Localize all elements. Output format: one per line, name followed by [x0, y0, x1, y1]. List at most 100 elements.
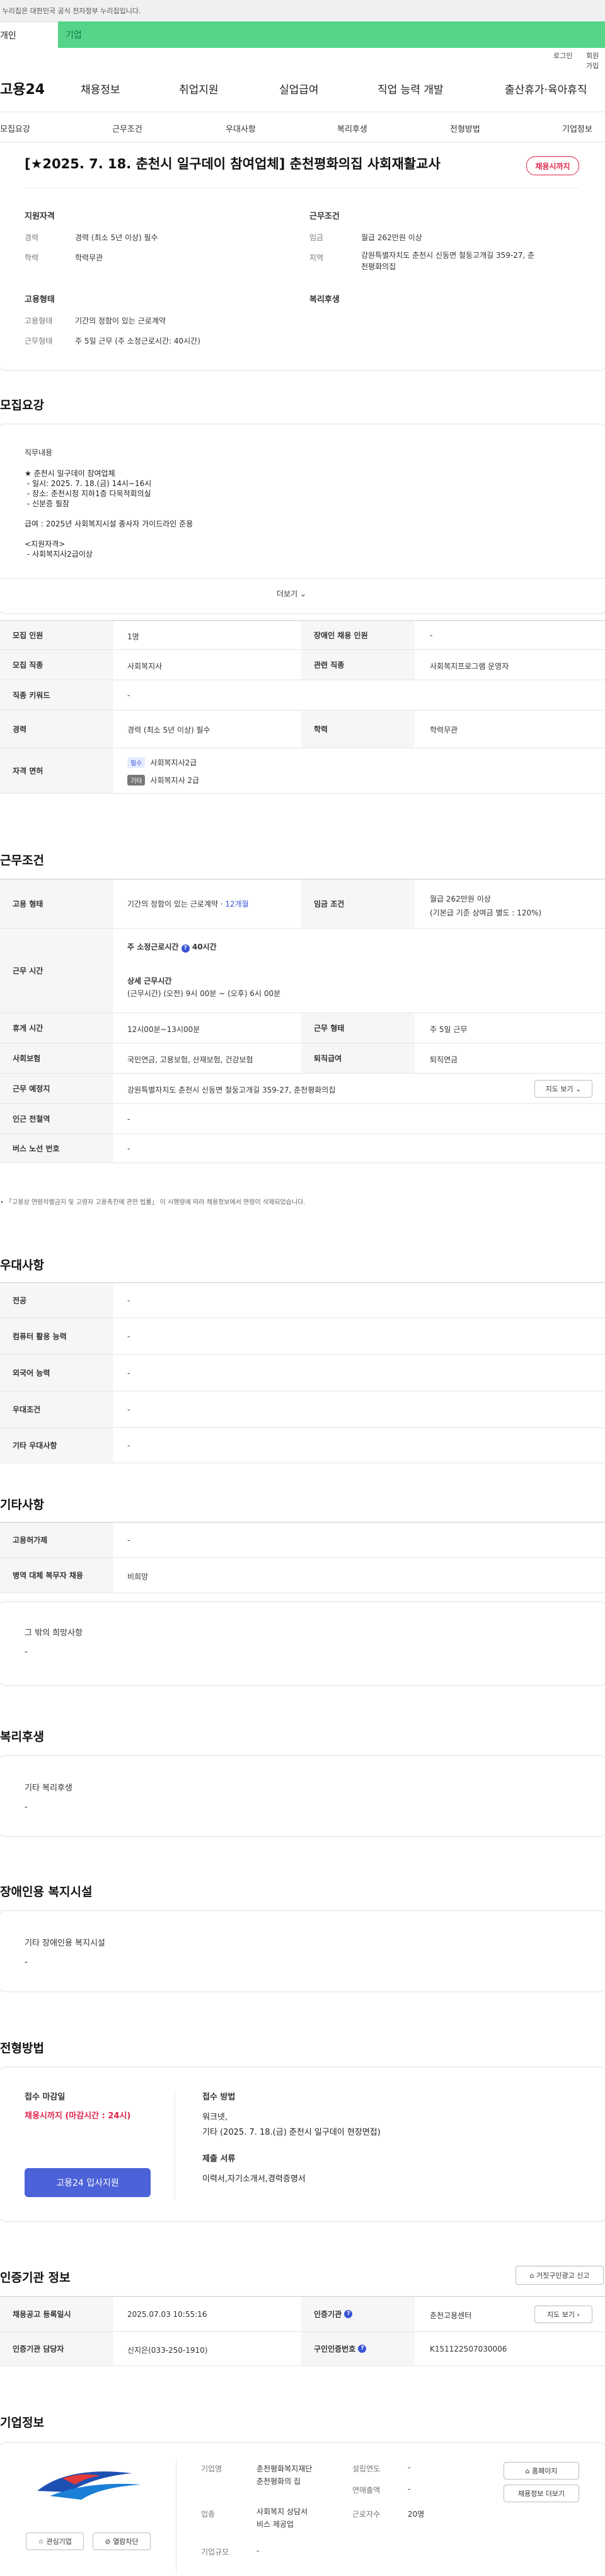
- facility-heading: 장애인용 복지시설: [0, 1885, 93, 1899]
- age-law-note: • 「고용상 연령차별금지 및 고령자 고용촉진에 관한 법률」 이 시행령에 …: [0, 1197, 305, 1206]
- global-nav: 고용24 채용정보 취업지원 실업급여 직업 능력 개발 출산휴가·육아휴직: [0, 62, 605, 112]
- fav-label: 관심기업: [46, 2538, 72, 2546]
- login-link[interactable]: 로그인: [553, 50, 572, 61]
- apply-button[interactable]: 고용24 입사지원: [25, 2168, 151, 2197]
- more-button[interactable]: 더보기 ⌄: [277, 588, 306, 599]
- industry-value-1: 사회복지 상담서: [256, 2507, 308, 2516]
- pref-label: 기타 우대사항: [0, 1428, 113, 1463]
- gnb-item-training[interactable]: 직업 능력 개발: [377, 81, 444, 96]
- chevron-down-icon: ⌄: [575, 1084, 582, 1093]
- scale-label: 기업규모: [201, 2548, 229, 2556]
- fav-company-button[interactable]: ☆ 관심기업: [26, 2532, 84, 2550]
- table-row: 고용허가제 -: [0, 1523, 605, 1558]
- anchor-preference[interactable]: 우대사항: [226, 122, 256, 134]
- homepage-button[interactable]: ⌂ 홈페이지: [504, 2462, 579, 2480]
- industry-value-2: 비스 제공업: [256, 2520, 294, 2529]
- gnb-item-support[interactable]: 취업지원: [179, 81, 219, 96]
- emp-type-text: 기간의 정함이 있는 근로계약 ·: [127, 900, 226, 908]
- job-desc-line: - 사회복지사2급이상: [25, 550, 93, 559]
- anchor-welfare[interactable]: 복리후생: [337, 122, 367, 134]
- scale-value: -: [256, 2546, 260, 2555]
- wage-label: 임금 조건: [301, 879, 415, 928]
- home-icon: ⌂: [529, 2271, 536, 2280]
- job-value: 사회복지사: [127, 662, 163, 671]
- edu-label: 학력: [301, 711, 415, 748]
- gnb-item-leave[interactable]: 출산휴가·육아휴직: [505, 81, 587, 96]
- etc-heading: 기타사항: [0, 1498, 44, 1512]
- founded-value: -: [408, 2463, 411, 2472]
- bus-value: -: [127, 1144, 130, 1153]
- preference-table: 전공 - 컴퓨터 활용 능력 - 외국어 능력 - 우대조건 - 기타 우대사항 -: [0, 1282, 605, 1463]
- gnb-item-jobs[interactable]: 채용정보: [81, 81, 120, 96]
- table-row: 휴게 시간 12시00분~13시00분 근무 형태 주 5일 근무: [0, 1013, 605, 1043]
- pref-value: -: [127, 1369, 130, 1378]
- related-value: 사회복지프로그램 운영자: [430, 662, 509, 671]
- cert-no-value: K151122507030006: [430, 2345, 507, 2353]
- station-label: 인근 전철역: [0, 1104, 113, 1134]
- hours-week-value: 40시간: [192, 943, 217, 951]
- site-logo[interactable]: 고용24: [0, 78, 45, 98]
- cert-table: 채용공고 등록일시 2025.07.03 10:55:16 인증기관 ? 춘천고…: [0, 2296, 605, 2366]
- chevron-right-icon: ›: [577, 2310, 580, 2319]
- agency-map-label: 지도 보기: [547, 2311, 575, 2319]
- company-card: ☆ 관심기업 ⊘ 열람차단 기업명 춘천평화복지재단 춘천평화의 집 설립연도 …: [0, 2442, 605, 2576]
- docs-title: 제출 서류: [202, 2154, 236, 2164]
- welfare-heading: 복리후생: [309, 295, 340, 305]
- method-title: 접수 방법: [202, 2092, 236, 2102]
- gnb-item-benefit[interactable]: 실업급여: [279, 81, 319, 96]
- career-value: 경력 (최소 5년 이상) 필수: [75, 233, 158, 242]
- insurance-label: 사회보험: [0, 1043, 113, 1073]
- info-icon[interactable]: ?: [181, 944, 190, 953]
- report-button[interactable]: ⌂ 거짓구인광고 신고: [516, 2266, 604, 2285]
- hours-detail-title: 상세 근무시간: [127, 977, 172, 985]
- map-button[interactable]: 지도 보기 ⌄: [534, 1080, 592, 1098]
- tab-personal[interactable]: 개인: [0, 21, 58, 48]
- type-label: 근무 형태: [301, 1013, 415, 1043]
- place-label: 근무 예정지: [0, 1074, 113, 1103]
- job-desc-title: 직무내용: [25, 448, 53, 457]
- anchor-company[interactable]: 기업정보: [562, 122, 592, 134]
- more-label: 더보기: [277, 589, 298, 598]
- etc-tag: 기타: [127, 775, 146, 786]
- job-desc-line: 급여 : 2025년 사회복지시설 종사자 가이드라인 준용: [25, 519, 193, 528]
- info-icon[interactable]: ?: [358, 2345, 367, 2353]
- table-row: 인근 전철역 -: [0, 1104, 605, 1134]
- license-item: 필수 사회복지사2급: [127, 757, 197, 768]
- qual-heading: 지원자격: [25, 212, 55, 221]
- job-desc-line: ★ 춘천시 일구데이 참여업체: [25, 469, 115, 478]
- info-icon[interactable]: ?: [344, 2310, 353, 2318]
- emp-value: 기간의 정함이 있는 근로계약: [75, 316, 166, 325]
- etc-label: 병역 대체 복무자 채용: [0, 1558, 113, 1593]
- hours-detail: (근무시간) (오전) 9시 00분 ~ (오후) 6시 00분: [127, 989, 281, 998]
- anchor-conditions[interactable]: 근무조건: [112, 122, 142, 134]
- recruit-table: 모집 인원 1명 장애인 채용 인원 - 모집 직종 사회복지사 관련 직종 사…: [0, 620, 605, 794]
- tab-business[interactable]: 기업: [58, 21, 605, 48]
- conditions-heading: 근무조건: [0, 854, 44, 867]
- job-desc-line: - 신분증 필참: [25, 499, 69, 508]
- related-label: 관련 직종: [301, 650, 415, 680]
- gov-notice-bar: 이 누리집은 대한민국 공식 전자정부 누리집입니다.: [0, 0, 605, 21]
- industry-label: 업종: [201, 2510, 216, 2519]
- company-name-2: 춘천평화의 집: [256, 2477, 301, 2486]
- block-button[interactable]: ⊘ 열람차단: [93, 2532, 151, 2550]
- hope-value: -: [25, 1647, 28, 1657]
- license-label: 자격 면허: [0, 748, 113, 793]
- anchor-selection[interactable]: 전형방법: [450, 122, 480, 134]
- founded-label: 설립연도: [352, 2464, 381, 2473]
- agency-map-button[interactable]: 지도 보기 ›: [534, 2306, 592, 2323]
- region-label: 지역: [309, 253, 324, 262]
- retire-label: 퇴직급여: [301, 1043, 415, 1073]
- required-tag: 필수: [127, 757, 146, 768]
- table-row: 버스 노선 번호 -: [0, 1134, 605, 1163]
- company-name-1: 춘천평화복지재단: [256, 2464, 313, 2473]
- company-logo: [25, 2459, 151, 2510]
- more-jobs-button[interactable]: 채용정보 더보기: [504, 2485, 579, 2502]
- cert-no-label: 구인인증번호 ?: [301, 2332, 415, 2365]
- disabled-value: -: [430, 631, 433, 640]
- pref-label: 우대조건: [0, 1391, 113, 1427]
- headcount-label: 모집 인원: [0, 621, 113, 649]
- table-row: 기타 우대사항 -: [0, 1428, 605, 1463]
- workers-value: 20명: [408, 2510, 425, 2519]
- more-divider: [0, 578, 605, 579]
- anchor-recruit[interactable]: 모집요강: [0, 122, 30, 134]
